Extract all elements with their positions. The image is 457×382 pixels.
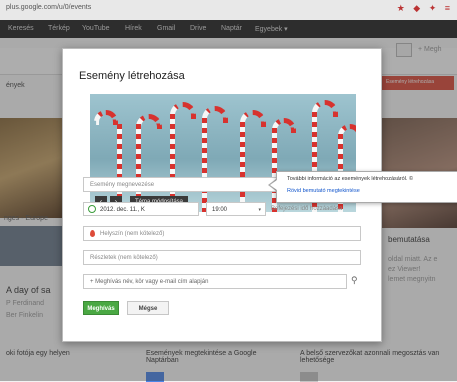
date-picker[interactable]: 2012. dec. 11., K	[83, 202, 199, 216]
clock-icon	[88, 205, 96, 213]
map-pin-icon	[90, 230, 95, 237]
add-end-time-link[interactable]: Befejezési idő hozzáadása	[271, 206, 342, 212]
tooltip-text: További információ az események létrehoz…	[287, 176, 414, 182]
date-value: 2012. dec. 11., K	[100, 207, 145, 213]
help-tooltip: További információ az események létrehoz…	[276, 171, 457, 203]
nav-item-drive[interactable]: Drive	[190, 25, 206, 32]
location-input[interactable]: Helyszín (nem kötelező)	[83, 226, 361, 241]
nav-item-calendar[interactable]: Naptár	[221, 25, 242, 32]
nav-item-search[interactable]: Keresés	[8, 25, 34, 32]
nav-item-youtube[interactable]: YouTube	[82, 25, 110, 32]
address-bar[interactable]: plus.google.com/u/0/events	[6, 4, 91, 11]
browser-toolbar: plus.google.com/u/0/events ★ ◆ ✦ ≡	[0, 0, 457, 21]
event-name-input[interactable]: Esemény megnevezése	[83, 177, 283, 192]
invite-input[interactable]: + Meghívás név, kör vagy e-mail cím alap…	[83, 274, 347, 289]
location-placeholder: Helyszín (nem kötelező)	[100, 231, 165, 237]
extension-icons[interactable]: ★ ◆ ✦ ≡	[397, 3, 453, 14]
candy-cane	[202, 118, 207, 212]
nav-item-more[interactable]: Egyebek ▾	[255, 25, 288, 33]
tooltip-arrow-fill	[270, 180, 277, 190]
nav-item-gmail[interactable]: Gmail	[157, 25, 175, 32]
add-person-icon[interactable]: ⚲	[351, 275, 358, 286]
invite-button[interactable]: Meghívás	[83, 301, 119, 315]
time-select[interactable]: 19:00 ▾	[206, 202, 266, 216]
time-value: 19:00	[212, 207, 228, 213]
details-input[interactable]: Részletek (nem kötelező)	[83, 250, 361, 265]
dialog-title: Esemény létrehozása	[79, 70, 185, 82]
nav-item-maps[interactable]: Térkép	[48, 25, 70, 32]
candy-cane	[240, 122, 245, 212]
nav-item-news[interactable]: Hírek	[125, 25, 142, 32]
tutorial-link[interactable]: Rövid bemutató megtekintése	[287, 188, 360, 194]
candy-cane-hook	[94, 110, 118, 125]
google-nav-bar: Keresés Térkép YouTube Hírek Gmail Drive…	[0, 20, 457, 38]
cancel-button[interactable]: Mégse	[127, 301, 169, 315]
chevron-down-icon: ▾	[258, 207, 261, 213]
